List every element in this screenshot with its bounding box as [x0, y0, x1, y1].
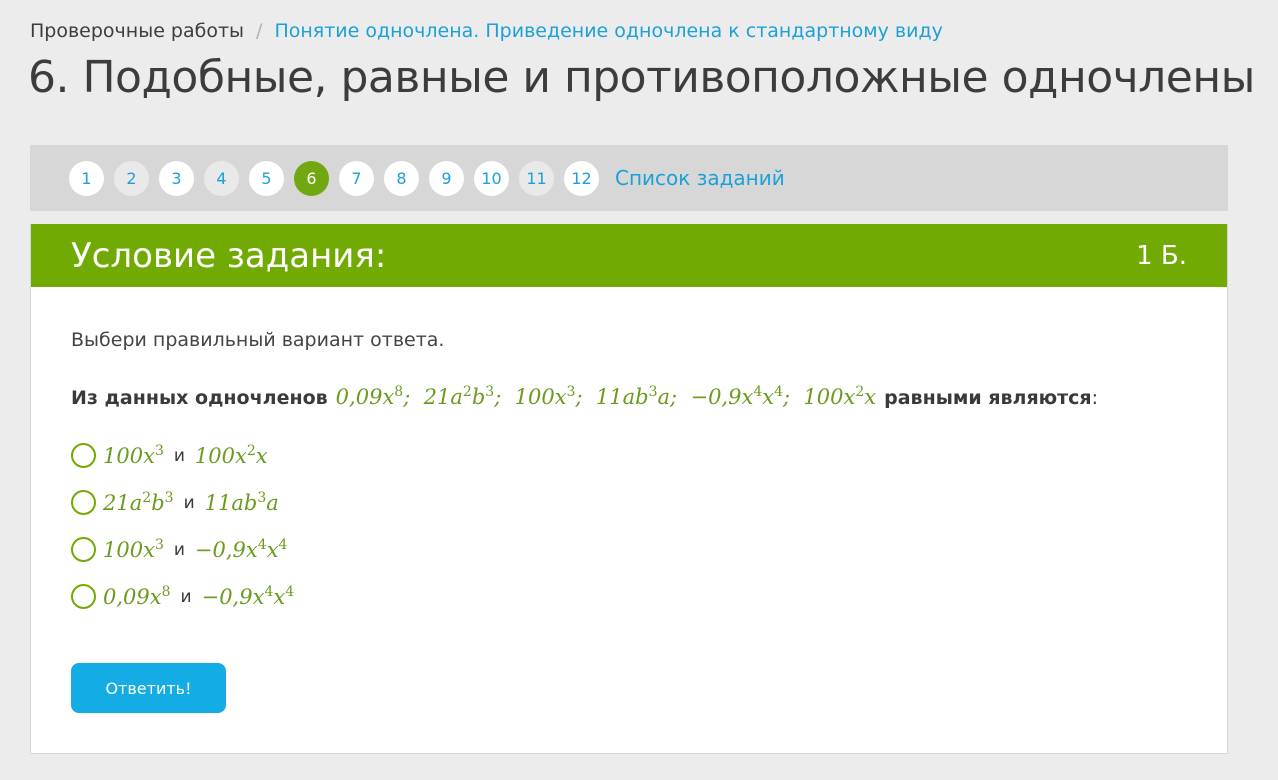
pager-item-1[interactable]: 1 — [69, 160, 104, 196]
option-2-right: 11ab3a — [204, 490, 279, 515]
task-condition-title: Условие задания: — [71, 235, 387, 276]
pager-item-9[interactable]: 9 — [429, 160, 464, 196]
option-4-right: −0,9x4x4 — [201, 584, 295, 609]
option-1-conj: и — [173, 445, 185, 466]
answer-option-1[interactable]: 100x3 и 100x2x — [71, 432, 294, 479]
option-4-left: 0,09x8 — [103, 584, 171, 609]
task-question: Из данных одночленов 0,09x8; 21a2b3; 100… — [71, 384, 1098, 409]
answer-option-4[interactable]: 0,09x8 и −0,9x4x4 — [71, 573, 294, 620]
pager-item-12[interactable]: 12 — [564, 160, 599, 196]
task-pager: 1 2 3 4 5 6 7 8 9 10 11 12 Список задани… — [30, 145, 1228, 211]
question-monomials: 0,09x8; 21a2b3; 100x3; 11ab3a; −0,9x4x4;… — [335, 384, 877, 409]
pager-item-6[interactable]: 6 — [294, 160, 329, 196]
pager-item-5[interactable]: 5 — [249, 160, 284, 196]
pager-item-4[interactable]: 4 — [204, 160, 239, 196]
task-instruction: Выбери правильный вариант ответа. — [71, 329, 445, 351]
pager-item-7[interactable]: 7 — [339, 160, 374, 196]
question-colon: : — [1091, 387, 1099, 409]
breadcrumb-separator: / — [256, 20, 263, 42]
radio-button[interactable] — [71, 443, 96, 468]
pager-item-11[interactable]: 11 — [519, 160, 554, 196]
page-title: 6. Подобные, равные и противоположные од… — [28, 52, 1255, 103]
radio-button[interactable] — [71, 584, 96, 609]
breadcrumb-current-topic[interactable]: Понятие одночлена. Приведение одночлена … — [274, 20, 942, 42]
option-4-conj: и — [180, 586, 192, 607]
question-prefix: Из данных одночленов — [71, 387, 328, 409]
option-3-right: −0,9x4x4 — [194, 537, 288, 562]
task-points: 1 Б. — [1136, 240, 1187, 271]
option-1-right: 100x2x — [194, 443, 268, 468]
answer-option-2[interactable]: 21a2b3 и 11ab3a — [71, 479, 294, 526]
pager-item-10[interactable]: 10 — [474, 160, 509, 196]
radio-button[interactable] — [71, 537, 96, 562]
radio-button[interactable] — [71, 490, 96, 515]
pager-item-3[interactable]: 3 — [159, 160, 194, 196]
answer-option-3[interactable]: 100x3 и −0,9x4x4 — [71, 526, 294, 573]
option-3-conj: и — [173, 539, 185, 560]
task-card: Условие задания: 1 Б. Выбери правильный … — [30, 224, 1228, 754]
breadcrumb: Проверочные работы / Понятие одночлена. Пр… — [30, 20, 943, 42]
option-2-conj: и — [183, 492, 195, 513]
option-1-left: 100x3 — [103, 443, 164, 468]
option-2-left: 21a2b3 — [103, 490, 174, 515]
answer-options: 100x3 и 100x2x 21a2b3 и 11ab3a 100x3 и −… — [71, 432, 294, 620]
task-card-header: Условие задания: 1 Б. — [31, 224, 1227, 287]
option-3-left: 100x3 — [103, 537, 164, 562]
pager-item-8[interactable]: 8 — [384, 160, 419, 196]
task-list-link[interactable]: Список заданий — [615, 166, 785, 190]
pager-item-2[interactable]: 2 — [114, 160, 149, 196]
question-suffix: равными являются: — [884, 387, 1098, 409]
question-suffix-text: равными являются — [884, 387, 1092, 409]
submit-answer-button[interactable]: Ответить! — [71, 663, 226, 713]
breadcrumb-root[interactable]: Проверочные работы — [30, 20, 244, 42]
